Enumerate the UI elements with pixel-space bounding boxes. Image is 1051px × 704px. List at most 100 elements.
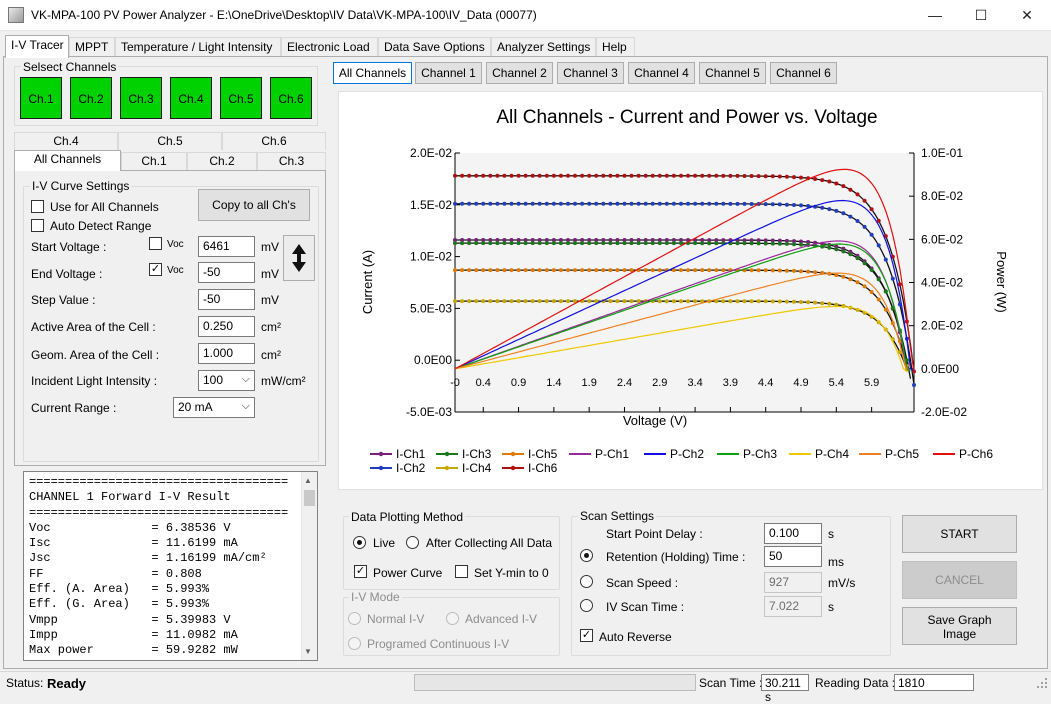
iv-point — [643, 201, 648, 206]
iv-point — [502, 299, 507, 304]
iv-point — [474, 299, 479, 304]
channel-5-button[interactable]: Ch.5 — [220, 77, 262, 119]
tab-temperature[interactable]: Temperature / Light Intensity — [115, 37, 281, 57]
step-input[interactable]: -50 — [198, 289, 255, 310]
tab-electronic-load[interactable]: Electronic Load — [281, 37, 378, 57]
minimize-button[interactable]: — — [912, 0, 958, 31]
programmed-iv-radio[interactable] — [348, 637, 361, 650]
subtab-all-channels[interactable]: All Channels — [14, 150, 121, 171]
scan-settings-title: Scan Settings — [578, 509, 657, 523]
use-all-checkbox[interactable] — [31, 200, 44, 213]
iv-point — [460, 268, 465, 273]
iv-point — [502, 268, 507, 273]
after-collect-label: After Collecting All Data — [426, 536, 553, 550]
iv-point — [664, 241, 669, 246]
retention-input[interactable]: 50 — [764, 546, 822, 567]
iv-point — [827, 207, 832, 212]
use-all-label: Use for All Channels — [50, 200, 159, 214]
auto-reverse-checkbox[interactable]: ✓ — [580, 629, 593, 642]
reading-value: 1810 — [894, 674, 974, 691]
copy-all-button[interactable]: Copy to all Ch's — [198, 189, 310, 221]
iv-point — [601, 241, 606, 246]
subtab-ch4[interactable]: Ch.4 — [14, 132, 118, 150]
chart-tab-ch6[interactable]: Channel 6 — [770, 62, 837, 84]
normal-iv-radio[interactable] — [348, 612, 361, 625]
start-voc-checkbox[interactable] — [149, 237, 162, 250]
iv-point — [813, 300, 818, 305]
start-voltage-input[interactable]: 6461 — [198, 236, 255, 257]
iv-point — [566, 268, 570, 273]
subtab-ch1[interactable]: Ch.1 — [121, 152, 187, 170]
live-radio[interactable] — [353, 536, 366, 549]
start-delay-input[interactable]: 0.100 — [764, 523, 822, 544]
scroll-thumb[interactable] — [304, 490, 315, 506]
retention-radio[interactable] — [580, 549, 593, 562]
chart-tab-ch4[interactable]: Channel 4 — [628, 62, 695, 84]
chart-title: All Channels - Current and Power vs. Vol… — [496, 107, 877, 128]
channel-2-button[interactable]: Ch.2 — [70, 77, 112, 119]
channel-3-button[interactable]: Ch.3 — [120, 77, 162, 119]
advanced-iv-radio[interactable] — [446, 612, 459, 625]
x-tick-label: 1.9 — [582, 377, 597, 389]
cancel-button[interactable]: CANCEL — [902, 561, 1017, 599]
subtab-ch2[interactable]: Ch.2 — [187, 152, 257, 170]
iv-point — [735, 201, 740, 206]
chart-tab-ch2[interactable]: Channel 2 — [486, 62, 553, 84]
iv-point — [460, 299, 465, 304]
iv-point — [594, 241, 599, 246]
subtab-ch6[interactable]: Ch.6 — [222, 132, 326, 150]
resize-grip-icon[interactable] — [1037, 678, 1049, 690]
tab-analyzer-settings[interactable]: Analyzer Settings — [491, 37, 596, 57]
auto-detect-checkbox[interactable] — [31, 219, 44, 232]
iv-point — [714, 201, 719, 206]
start-button[interactable]: START — [902, 515, 1017, 553]
tab-mppt[interactable]: MPPT — [69, 37, 115, 57]
iv-point — [707, 201, 712, 206]
iv-point — [537, 173, 542, 178]
maximize-button[interactable]: ☐ — [958, 0, 1004, 31]
scan-time-radio[interactable] — [580, 599, 593, 612]
iv-point — [488, 201, 493, 206]
iv-point — [474, 173, 479, 178]
chart-tab-ch3[interactable]: Channel 3 — [557, 62, 624, 84]
result-textbox[interactable]: ==================================== CHA… — [23, 471, 318, 661]
tab-data-save[interactable]: Data Save Options — [378, 37, 491, 57]
iv-point — [474, 241, 479, 246]
close-button[interactable]: ✕ — [1004, 0, 1050, 31]
subtab-ch5[interactable]: Ch.5 — [118, 132, 222, 150]
channel-1-button[interactable]: Ch.1 — [20, 77, 62, 119]
iv-point — [502, 173, 507, 178]
current-range-select[interactable]: 20 mA ⌵ — [173, 397, 255, 418]
subtab-ch3[interactable]: Ch.3 — [257, 152, 326, 170]
channel-6-button[interactable]: Ch.6 — [270, 77, 312, 119]
iv-point — [693, 173, 698, 178]
power-curve-checkbox[interactable]: ✓ — [354, 565, 367, 578]
active-area-input[interactable]: 0.250 — [198, 316, 255, 337]
scan-time-input[interactable]: 7.022 — [764, 596, 822, 617]
y-tick-label: 2.0E-02 — [410, 146, 452, 160]
start-voltage-unit: mV — [261, 240, 279, 254]
tab-help[interactable]: Help — [596, 37, 635, 57]
ymin-checkbox[interactable] — [455, 565, 468, 578]
tab-iv-tracer[interactable]: I-V Tracer — [5, 35, 69, 58]
chart-tab-ch5[interactable]: Channel 5 — [699, 62, 766, 84]
chart-tab-all[interactable]: All Channels — [333, 62, 412, 84]
end-voltage-input[interactable]: -50 — [198, 262, 255, 283]
iv-point — [544, 201, 549, 206]
channel-4-button[interactable]: Ch.4 — [170, 77, 212, 119]
swap-voltage-button[interactable] — [283, 235, 315, 281]
legend-label: I-Ch3 — [462, 447, 492, 461]
scan-speed-radio[interactable] — [580, 575, 593, 588]
iv-point — [622, 241, 627, 246]
scan-speed-input[interactable]: 927 — [764, 572, 822, 593]
geom-area-input[interactable]: 1.000 — [198, 343, 255, 364]
iv-point — [792, 175, 796, 180]
after-collect-radio[interactable] — [406, 536, 419, 549]
light-intensity-select[interactable]: 100 ⌵ — [198, 370, 255, 391]
x-tick-label: -0 — [450, 377, 460, 389]
result-scrollbar[interactable]: ▲ ▼ — [301, 472, 317, 660]
end-voc-checkbox[interactable]: ✓ — [149, 263, 162, 276]
save-graph-button[interactable]: Save Graph Image — [902, 607, 1017, 645]
chart-tab-ch1[interactable]: Channel 1 — [415, 62, 482, 84]
iv-point — [580, 201, 585, 206]
